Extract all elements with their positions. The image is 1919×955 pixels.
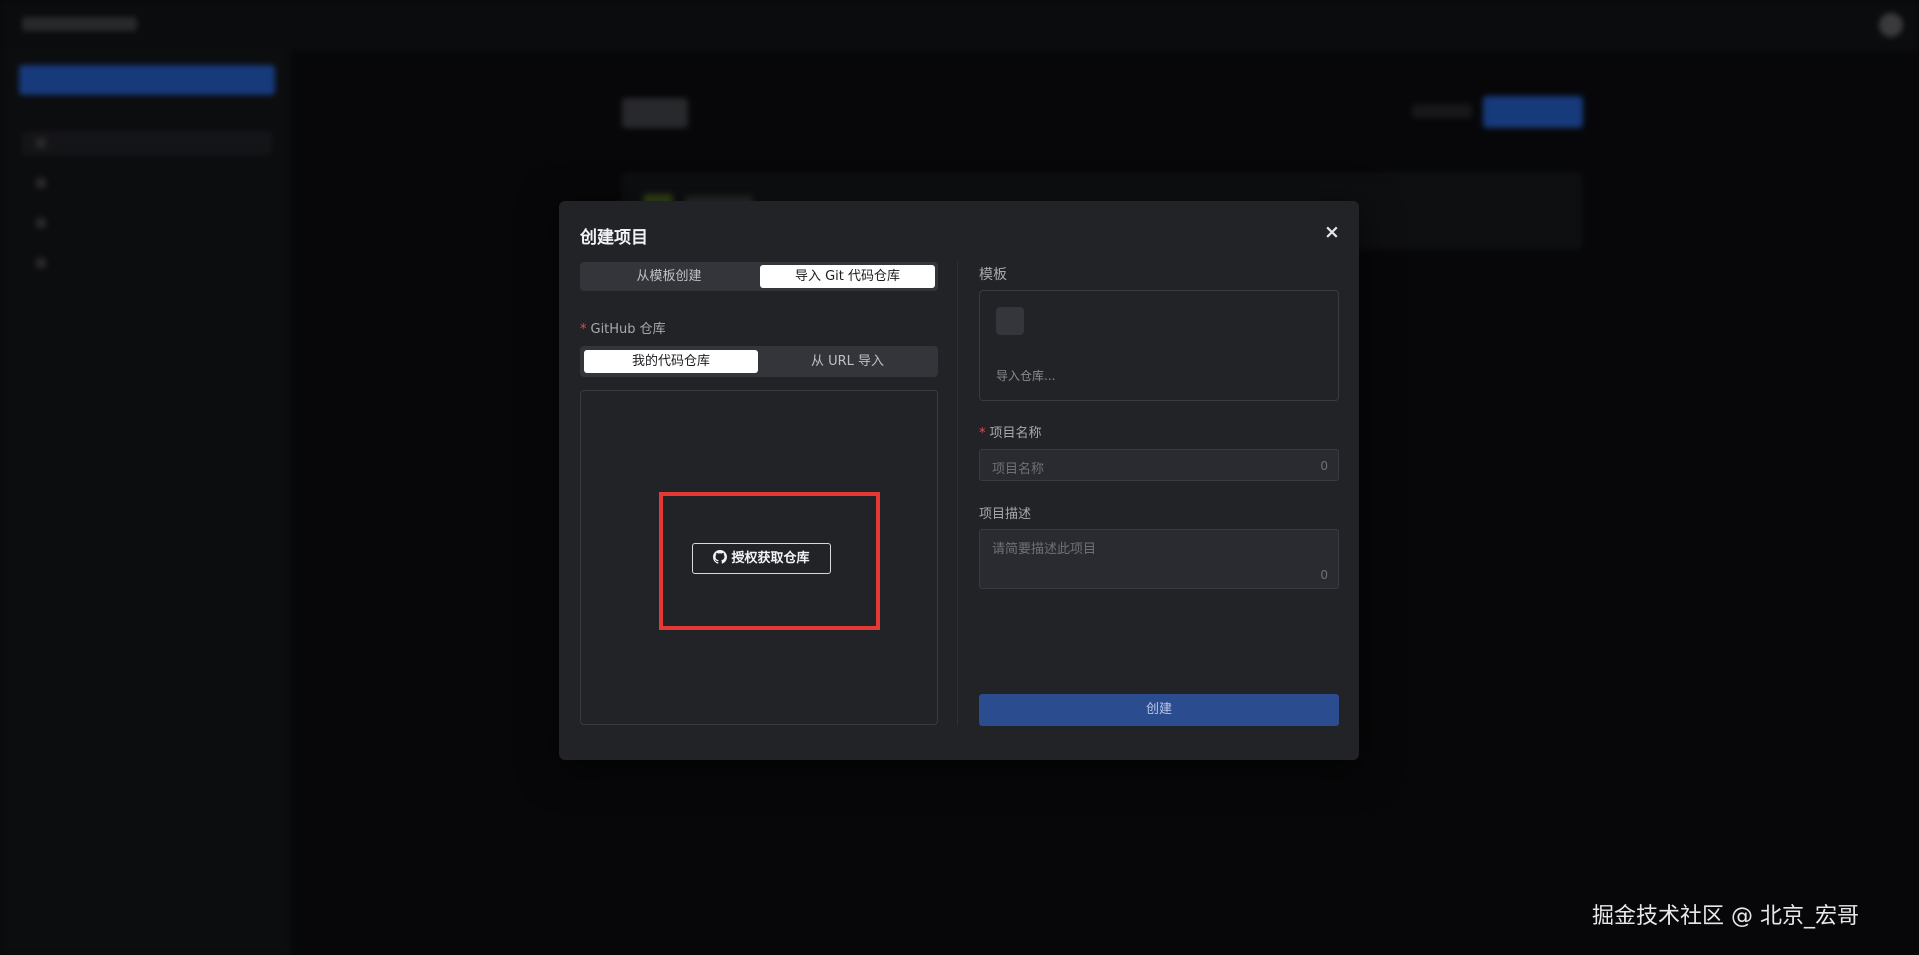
template-card[interactable]: 导入仓库...: [979, 290, 1339, 401]
repo-tabs: 我的代码仓库 从 URL 导入: [580, 346, 938, 377]
tab-my-repos[interactable]: 我的代码仓库: [584, 350, 758, 373]
create-project-dialog: 创建项目 × 从模板创建 导入 Git 代码仓库 * GitHub 仓库 我的代码…: [559, 201, 1359, 760]
highlight-annotation: [659, 492, 880, 630]
template-placeholder: 导入仓库...: [996, 369, 1056, 383]
column-divider: [957, 261, 958, 726]
project-name-input[interactable]: 项目名称 0: [979, 449, 1339, 481]
tab-from-template[interactable]: 从模板创建: [583, 265, 755, 288]
project-name-counter: 0: [1320, 459, 1328, 473]
project-desc-counter: 0: [1320, 568, 1328, 582]
watermark: 掘金技术社区 @ 北京_宏哥: [1592, 904, 1859, 929]
close-icon[interactable]: ×: [1321, 221, 1343, 243]
project-desc-textarea[interactable]: 请简要描述此项目 0: [979, 529, 1339, 589]
project-name-label: * 项目名称: [979, 426, 1042, 441]
project-desc-placeholder: 请简要描述此项目: [992, 542, 1097, 557]
repo-list-panel: 授权获取仓库: [580, 390, 938, 725]
github-repo-label: * GitHub 仓库: [580, 322, 666, 337]
source-tabs: 从模板创建 导入 Git 代码仓库: [580, 262, 938, 291]
dialog-title: 创建项目: [580, 228, 648, 248]
template-label: 模板: [979, 267, 1007, 283]
create-button[interactable]: 创建: [979, 694, 1339, 726]
project-name-placeholder: 项目名称: [992, 462, 1045, 477]
tab-import-git[interactable]: 导入 Git 代码仓库: [760, 265, 935, 288]
tab-import-url[interactable]: 从 URL 导入: [760, 350, 935, 373]
project-desc-label: 项目描述: [979, 507, 1032, 522]
template-icon: [996, 307, 1024, 335]
